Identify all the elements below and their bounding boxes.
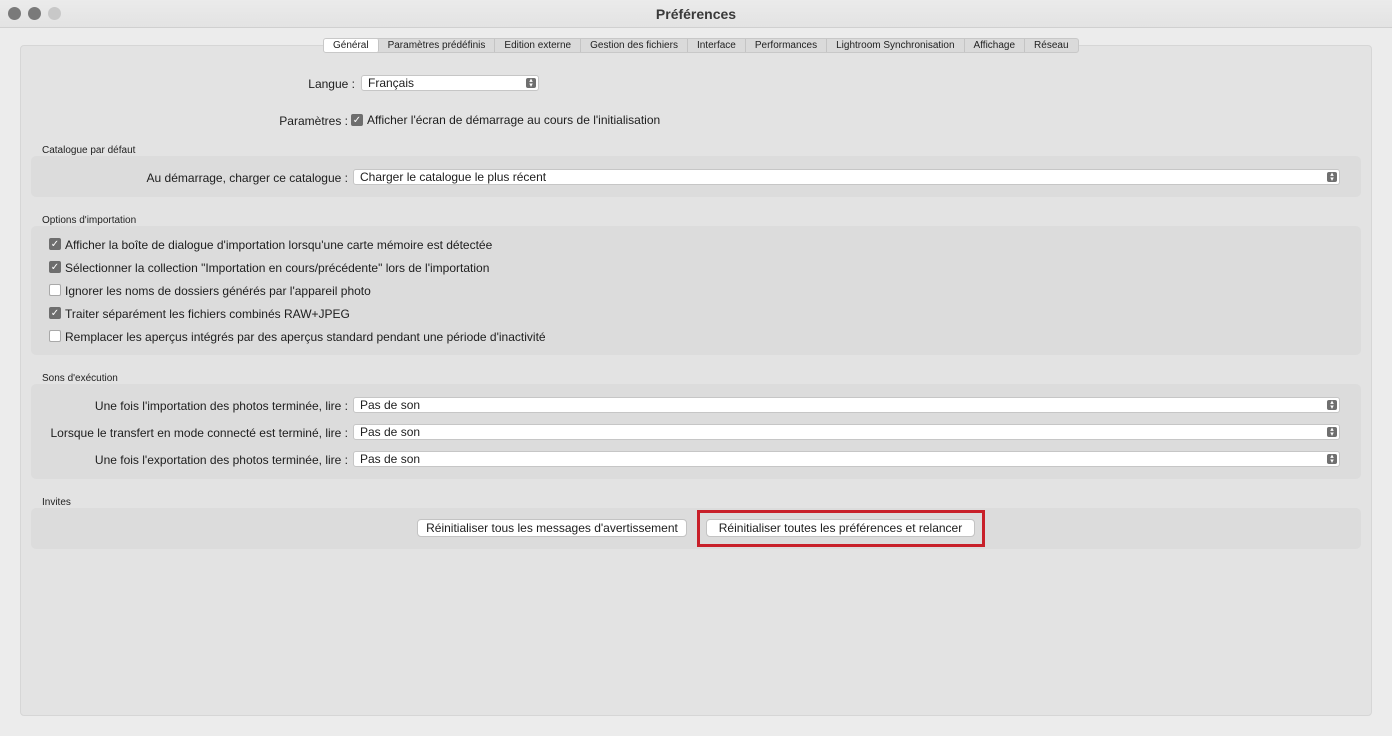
import-option-label: Traiter séparément les fichiers combinés…	[65, 307, 350, 321]
sound-row-label: Une fois l'exportation des photos termin…	[94, 453, 348, 467]
select-stepper-icon: ▴ ▾	[1327, 426, 1337, 438]
reset-warnings-button[interactable]: Réinitialiser tous les messages d'averti…	[417, 519, 687, 537]
catalog-select[interactable]: Charger le catalogue le plus récent ▴ ▾	[353, 169, 1340, 185]
prompts-section-title: Invites	[42, 497, 71, 508]
select-stepper-icon: ▴ ▾	[1327, 171, 1337, 183]
sound-row-label: Lorsque le transfert en mode connecté es…	[50, 426, 349, 440]
highlight-annotation	[697, 510, 985, 547]
catalog-section-title: Catalogue par défaut	[42, 145, 136, 156]
select-stepper-icon: ▴ ▾	[526, 77, 536, 89]
import-option-label: Ignorer les noms de dossiers générés par…	[65, 284, 371, 298]
language-label: Langue :	[308, 77, 355, 91]
import-sound-select[interactable]: Pas de son ▴ ▾	[353, 397, 1340, 413]
sound-value: Pas de son	[360, 452, 421, 466]
select-stepper-icon: ▴ ▾	[1327, 453, 1337, 465]
import-option-label: Sélectionner la collection "Importation …	[65, 261, 490, 275]
export-sound-select[interactable]: Pas de son ▴ ▾	[353, 451, 1340, 467]
import-option-label: Afficher la boîte de dialogue d'importat…	[65, 238, 493, 252]
title-bar: Préférences	[0, 0, 1392, 28]
tab-network[interactable]: Réseau	[1025, 39, 1077, 52]
tab-general[interactable]: Général	[324, 39, 379, 52]
select-stepper-icon: ▴ ▾	[1327, 399, 1337, 411]
import-section-title: Options d'importation	[42, 215, 137, 226]
tab-display[interactable]: Affichage	[965, 39, 1026, 52]
sound-row-label: Une fois l'importation des photos termin…	[94, 399, 348, 413]
prompts-group	[31, 508, 1361, 549]
tab-bar: Général Paramètres prédéfinis Edition ex…	[323, 38, 1079, 53]
sounds-section-title: Sons d'exécution	[42, 373, 118, 384]
preferences-panel	[20, 45, 1372, 716]
tab-external-editing[interactable]: Edition externe	[495, 39, 582, 52]
window-title: Préférences	[655, 6, 737, 22]
tether-sound-select[interactable]: Pas de son ▴ ▾	[353, 424, 1340, 440]
sound-value: Pas de son	[360, 425, 421, 439]
splash-screen-checkbox[interactable]: ✓	[351, 114, 363, 126]
language-select[interactable]: Français ▴ ▾	[361, 75, 539, 91]
import-option-checkbox[interactable]: ✓	[49, 261, 61, 273]
import-option-checkbox[interactable]: ✓	[49, 238, 61, 250]
import-option-checkbox[interactable]	[49, 284, 61, 296]
import-option-checkbox[interactable]	[49, 330, 61, 342]
splash-screen-label: Afficher l'écran de démarrage au cours d…	[367, 113, 661, 127]
catalog-value: Charger le catalogue le plus récent	[360, 170, 547, 184]
language-value: Français	[368, 76, 415, 90]
catalog-label: Au démarrage, charger ce catalogue :	[146, 171, 348, 185]
import-option-checkbox[interactable]: ✓	[49, 307, 61, 319]
preferences-window: Préférences Général Paramètres prédéfini…	[0, 0, 1392, 736]
tab-lightroom-sync[interactable]: Lightroom Synchronisation	[827, 39, 965, 52]
tab-presets[interactable]: Paramètres prédéfinis	[379, 39, 496, 52]
tab-interface[interactable]: Interface	[688, 39, 746, 52]
sound-value: Pas de son	[360, 398, 421, 412]
tab-file-handling[interactable]: Gestion des fichiers	[581, 39, 688, 52]
import-option-label: Remplacer les aperçus intégrés par des a…	[65, 330, 546, 344]
settings-label: Paramètres :	[279, 114, 348, 128]
tab-performance[interactable]: Performances	[746, 39, 828, 52]
